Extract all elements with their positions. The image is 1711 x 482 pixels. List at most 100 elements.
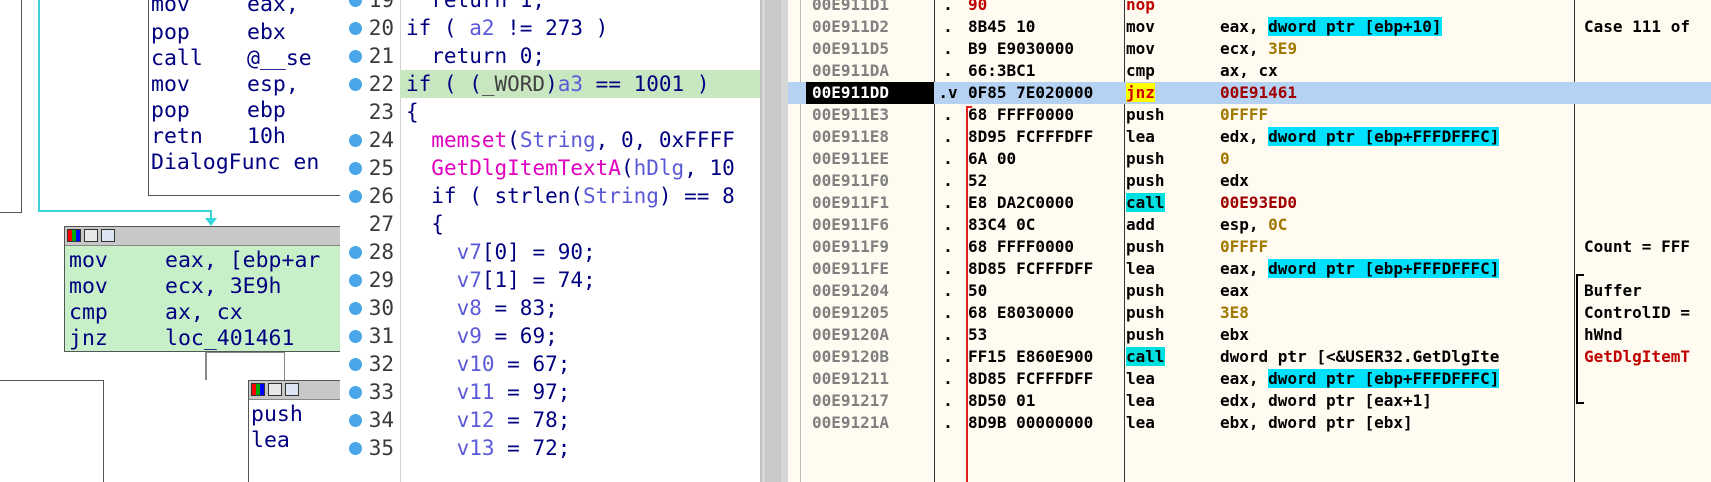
graph-edge xyxy=(38,210,210,212)
opcode-bytes: 8D85 FCFFFDFF xyxy=(968,369,1094,388)
pseudocode-line[interactable]: 21 return 0; xyxy=(340,42,760,70)
mnemonic: push xyxy=(1126,149,1165,168)
pseudocode-line[interactable]: 26 if ( strlen(String) == 8 xyxy=(340,182,760,210)
opcode-bytes: 8D95 FCFFFDFF xyxy=(968,127,1094,146)
node-edit-icon[interactable] xyxy=(84,229,98,242)
line-number: 32 xyxy=(368,352,394,376)
pseudocode-line[interactable]: 35 v13 = 72; xyxy=(340,434,760,462)
pseudocode-line[interactable]: 32 v10 = 67; xyxy=(340,350,760,378)
mnemonic: push xyxy=(1126,237,1165,256)
comment: ControlID = xyxy=(1584,303,1690,322)
disasm-row[interactable]: 00E911D1. 90 nop xyxy=(788,0,1711,16)
code-text: v12 = 78; xyxy=(456,408,571,432)
address: 00E91211 xyxy=(812,369,890,388)
graph-node-lower[interactable]: push lea xyxy=(248,380,340,482)
opcode-bytes: 66:3BC1 xyxy=(968,61,1036,80)
opcode-bytes: 0F85 7E020000 xyxy=(968,83,1094,102)
disasm-row[interactable]: 00E91205. 68 E8030000 push 3E8 ControlID = xyxy=(788,302,1711,324)
argument-bracket xyxy=(1576,274,1584,276)
pseudocode-line[interactable]: 34 v12 = 78; xyxy=(340,406,760,434)
asm-line: pop ebx xyxy=(151,20,286,45)
pseudocode-line[interactable]: 19 return 1; xyxy=(340,0,760,14)
pseudocode-line[interactable]: 24 memset(String, 0, 0xFFFF xyxy=(340,126,760,154)
mnemonic-cell: nop xyxy=(1126,0,1208,16)
opcode-bytes: 83C4 0C xyxy=(968,215,1036,234)
pseudocode-line[interactable]: 22 if ( (_WORD)a3 == 1001 ) xyxy=(340,70,760,98)
node-edit-icon[interactable] xyxy=(268,383,282,396)
branch-marker: . xyxy=(943,61,953,80)
node-color-icon[interactable] xyxy=(251,383,265,396)
node-collapse-icon[interactable] xyxy=(285,383,299,396)
ida-graph-view[interactable]: mov eax, pop ebx call @__se mov esp, pop ebp … xyxy=(0,0,340,482)
graph-edge xyxy=(38,0,40,212)
address: 00E911E8 xyxy=(812,127,890,146)
operands: 00E91461 xyxy=(1220,83,1298,102)
code-text: if ( (_WORD)a3 == 1001 ) xyxy=(400,70,760,98)
disasm-row[interactable]: 00E911F1. E8 DA2C0000 call 00E93ED0 xyxy=(788,192,1711,214)
graph-node-epilogue[interactable]: mov eax, pop ebx call @__se mov esp, pop ebp … xyxy=(148,0,340,196)
pseudocode-line[interactable]: 29 v7[1] = 74; xyxy=(340,266,760,294)
mnemonic: push xyxy=(1126,325,1165,344)
opcode-bytes: 90 xyxy=(968,0,988,14)
disasm-row[interactable]: 00E911D5. B9 E9030000 mov ecx, 3E9 xyxy=(788,38,1711,60)
disasm-row[interactable]: 00E91211. 8D85 FCFFFDFF lea eax, dword ptr … xyxy=(788,368,1711,390)
branch-marker: . xyxy=(943,0,953,14)
argument-bracket xyxy=(1576,274,1578,404)
pseudocode-line[interactable]: 25 GetDlgItemTextA(hDlg, 10 xyxy=(340,154,760,182)
disasm-row[interactable]: 00E911E8. 8D95 FCFFFDFF lea edx, dword ptr … xyxy=(788,126,1711,148)
operands: ebx, dword ptr [ebx] xyxy=(1220,413,1413,432)
comment: GetDlgItemT xyxy=(1584,347,1690,366)
disasm-row[interactable]: 00E9121A. 8D9B 00000000 lea ebx, dword ptr … xyxy=(788,412,1711,434)
debugger-disassembly-view[interactable]: 00E911D1. 90 nop 00E911D2. 8B45 10 mov eax, dw… xyxy=(788,0,1711,482)
branch-marker: . xyxy=(943,215,953,234)
disasm-row[interactable]: 00E911FE. 8D85 FCFFFDFF lea eax, dword ptr … xyxy=(788,258,1711,280)
graph-node-compare[interactable]: mov eax, [ebp+ar mov ecx, 3E9h cmp ax, cx j… xyxy=(64,226,340,352)
disasm-row[interactable]: 00E911DA. 66:3BC1 cmp ax, cx xyxy=(788,60,1711,82)
pane-splitter[interactable] xyxy=(760,0,788,482)
pseudocode-line[interactable]: 33 v11 = 97; xyxy=(340,378,760,406)
asm-line: push xyxy=(251,402,303,427)
disasm-row[interactable]: 00E9120B. FF15 E860E900 call dword ptr [<&U… xyxy=(788,346,1711,368)
pseudocode-line[interactable]: 27 { xyxy=(340,210,760,238)
node-color-icon[interactable] xyxy=(67,229,81,242)
graph-node-lower-left[interactable] xyxy=(0,380,104,482)
mnemonic-cell: push xyxy=(1126,104,1208,126)
disasm-row[interactable]: 00E911F6. 83C4 0C add esp, 0C xyxy=(788,214,1711,236)
pseudocode-line[interactable]: 20 if ( a2 != 273 ) xyxy=(340,14,760,42)
asm-line: call @__se xyxy=(151,46,312,71)
opcode-bytes: 8D85 FCFFFDFF xyxy=(968,259,1094,278)
code-text: { xyxy=(406,100,419,124)
pseudocode-line[interactable]: 30 v8 = 83; xyxy=(340,294,760,322)
disasm-row[interactable]: 00E911F0. 52 push edx xyxy=(788,170,1711,192)
branch-marker: . xyxy=(943,303,953,322)
branch-marker: . xyxy=(943,259,953,278)
pseudocode-line[interactable]: 23 { xyxy=(340,98,760,126)
pseudocode-view[interactable]: 19 return 1; 20 if ( a2 != 273 ) 21 return … xyxy=(340,0,760,482)
comment: hWnd xyxy=(1584,325,1623,344)
pseudocode-line[interactable]: 31 v9 = 69; xyxy=(340,322,760,350)
disasm-row[interactable]: 00E911F9. 68 FFFF0000 push 0FFFF Count = FFF xyxy=(788,236,1711,258)
disasm-row[interactable]: 00E911E3. 68 FFFF0000 push 0FFFF xyxy=(788,104,1711,126)
pseudocode-line[interactable]: 28 v7[0] = 90; xyxy=(340,238,760,266)
opcode-bytes: 68 FFFF0000 xyxy=(968,237,1074,256)
code-text: memset(String, 0, 0xFFFF xyxy=(431,128,735,152)
disasm-row[interactable]: 00E9120A. 53 push ebx hWnd xyxy=(788,324,1711,346)
node-header xyxy=(249,381,340,400)
node-collapse-icon[interactable] xyxy=(101,229,115,242)
branch-marker: . xyxy=(943,39,953,58)
line-number: 27 xyxy=(368,212,394,236)
mnemonic-cell: push xyxy=(1126,324,1208,346)
disasm-row[interactable]: 00E91204. 50 push eax Buffer xyxy=(788,280,1711,302)
code-text: v7[0] = 90; xyxy=(456,240,596,264)
branch-marker: . xyxy=(943,17,953,36)
disasm-row[interactable]: 00E911DD .v 0F85 7E020000 jnz 00E91461 xyxy=(788,82,1711,104)
branch-marker: . xyxy=(943,237,953,256)
line-number: 22 xyxy=(368,72,394,96)
mnemonic-cell: push xyxy=(1126,148,1208,170)
disasm-row[interactable]: 00E911D2. 8B45 10 mov eax, dword ptr [ebp+1… xyxy=(788,16,1711,38)
graph-node-edge-fragment xyxy=(0,0,22,213)
vertical-scrollbar[interactable] xyxy=(765,0,781,482)
disasm-row[interactable]: 00E91217. 8D50 01 lea edx, dword ptr [eax+1… xyxy=(788,390,1711,412)
disasm-row[interactable]: 00E911EE. 6A 00 push 0 xyxy=(788,148,1711,170)
branch-marker: . xyxy=(943,325,953,344)
